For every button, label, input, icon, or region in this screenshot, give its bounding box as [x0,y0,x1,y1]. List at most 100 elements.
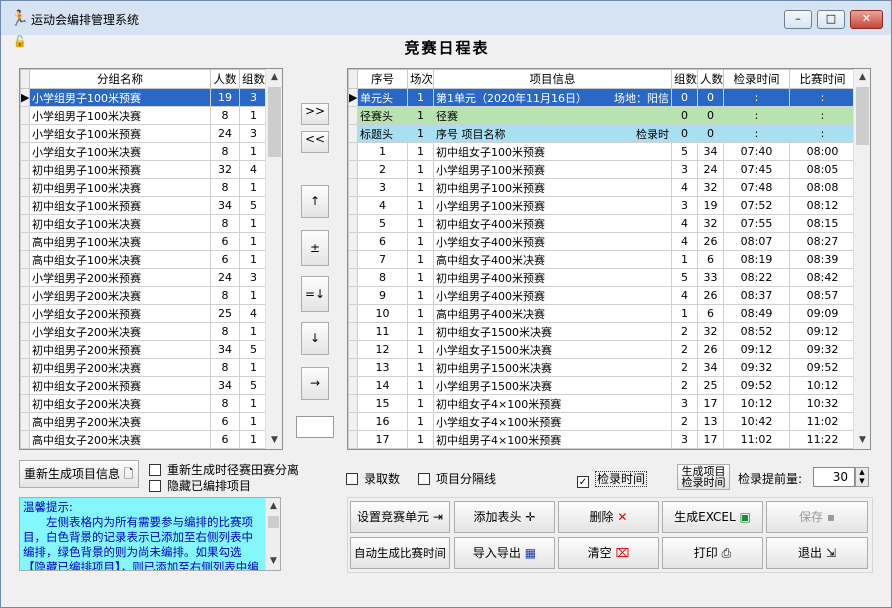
cell-group-name[interactable]: 小学组男子100米决赛 [29,106,211,125]
move-bottom-button[interactable]: =↓ [301,276,329,312]
cell-groups[interactable]: 5 [671,142,698,161]
cell-match[interactable]: : [789,88,856,107]
cell-groups[interactable]: 2 [671,358,698,377]
cell-groups[interactable]: 4 [671,286,698,305]
cell-groups[interactable]: 3 [671,430,698,449]
cell-people[interactable]: 6 [210,232,240,251]
cell-groups[interactable]: 1 [239,250,268,269]
cell-info[interactable]: 初中组女子1500米决赛 [433,322,672,341]
table-row[interactable]: 1 1 初中组女子100米预赛 5 34 07:40 08:00 [348,142,856,161]
cell-round[interactable]: 1 [407,322,434,341]
spinner-arrows-icon[interactable]: ▲ ▼ [855,467,869,487]
cell-seq[interactable]: 6 [357,232,408,251]
cell-groups[interactable]: 4 [239,160,268,179]
cell-groups[interactable]: 1 [239,232,268,251]
cell-check-time[interactable]: 07:55 [723,214,790,233]
col-header-match-time[interactable]: 比赛时间 [789,69,856,89]
cell-people[interactable]: 13 [697,412,724,431]
cell-people[interactable]: 24 [210,268,240,287]
cell-people[interactable]: 34 [210,196,240,215]
table-row[interactable]: 5 1 初中组女子400米预赛 4 32 07:55 08:15 [348,214,856,233]
col-header-people[interactable]: 人数 [210,69,240,89]
table-row[interactable]: 初中组女子200米预赛 34 5 [20,376,268,395]
cell-seq[interactable]: 9 [357,286,408,305]
move-up-button[interactable]: ↑ [301,185,329,218]
scroll-up-icon[interactable]: ▲ [266,498,280,515]
cell-round[interactable]: 1 [407,286,434,305]
advance-input[interactable]: 30 [813,467,855,487]
cell-group-name[interactable]: 初中组女子200米决赛 [29,394,211,413]
cell-match-time[interactable]: 08:08 [789,178,856,197]
table-row[interactable]: 16 1 小学组女子4×100米预赛 2 13 10:42 11:02 [348,412,856,431]
cell-info[interactable]: 第1单元（2020年11月16日） 场地：阳信 [433,88,672,107]
cell-seq[interactable]: 5 [357,214,408,233]
cell-check[interactable]: : [723,124,790,143]
auto-time-button[interactable]: 自动生成比赛时间 [350,537,450,569]
table-row[interactable]: 小学组男子200米预赛 24 3 [20,268,268,287]
cell-groups[interactable]: 0 [671,124,698,143]
cell-groups[interactable]: 2 [671,376,698,395]
cell-groups[interactable]: 0 [671,106,698,125]
cell-check[interactable]: : [723,88,790,107]
cell-round[interactable]: 1 [407,430,434,449]
cell-match-time[interactable]: 08:57 [789,286,856,305]
cell-people[interactable]: 8 [210,178,240,197]
cell-round[interactable]: 1 [407,124,434,143]
cell-groups[interactable]: 3 [239,124,268,143]
cell-match-time[interactable]: 08:27 [789,232,856,251]
import-export-button[interactable]: 导入导出 ▦ [454,537,555,569]
cell-round[interactable]: 1 [407,142,434,161]
scroll-thumb[interactable] [268,516,279,528]
cell-people[interactable]: 6 [210,412,240,431]
cell-groups[interactable]: 1 [239,178,268,197]
cell-info[interactable]: 初中组男子400米预赛 [433,268,672,287]
add-header-button[interactable]: 添加表头 ✛ [454,501,555,533]
delete-button[interactable]: 删除 ✕ [558,501,659,533]
table-row[interactable]: 高中组女子100米决赛 6 1 [20,250,268,269]
cell-people[interactable]: 6 [697,250,724,269]
cell-group-name[interactable]: 小学组女子100米预赛 [29,124,211,143]
cell-round[interactable]: 1 [407,304,434,323]
cell-group-name[interactable]: 初中组男子200米预赛 [29,340,211,359]
divider-line-checkbox[interactable]: 项目分隔线 [418,470,496,487]
cell-seq[interactable]: 7 [357,250,408,269]
cell-seq[interactable]: 标题头 [357,124,408,143]
cell-group-name[interactable]: 初中组男子100米决赛 [29,178,211,197]
table-row[interactable]: 10 1 高中组男子400米决赛 1 6 08:49 09:09 [348,304,856,323]
move-right-button[interactable]: → [301,367,329,400]
table-row[interactable]: 3 1 初中组男子100米预赛 4 32 07:48 08:08 [348,178,856,197]
cell-people[interactable]: 34 [697,142,724,161]
cell-round[interactable]: 1 [407,196,434,215]
cell-info[interactable]: 序号 项目名称 检录时 [433,124,672,143]
cell-check[interactable]: : [723,106,790,125]
cell-info[interactable]: 初中组女子4×100米预赛 [433,394,672,413]
move-all-right-button[interactable]: >> [301,103,329,125]
cell-info[interactable]: 小学组男子100米预赛 [433,160,672,179]
cell-group-name[interactable]: 初中组男子100米预赛 [29,160,211,179]
cell-groups[interactable]: 5 [239,376,268,395]
table-row[interactable]: 小学组女子100米决赛 8 1 [20,142,268,161]
cell-groups[interactable]: 2 [671,322,698,341]
cell-check-time[interactable]: 10:42 [723,412,790,431]
cell-info[interactable]: 小学组女子4×100米预赛 [433,412,672,431]
cell-round[interactable]: 1 [407,412,434,431]
cell-check-time[interactable]: 08:07 [723,232,790,251]
cell-info[interactable]: 初中组女子400米预赛 [433,214,672,233]
checkmark-icon[interactable]: ✓ [577,476,589,488]
cell-match-time[interactable]: 09:09 [789,304,856,323]
schedule-grid[interactable]: 序号 场次 项目信息 组数 人数 检录时间 比赛时间 ▶ 单元头 1 第1单元（202… [347,68,871,450]
scroll-down-icon[interactable]: ▼ [266,432,282,449]
table-row[interactable]: 11 1 初中组女子1500米决赛 2 32 08:52 09:12 [348,322,856,341]
cell-groups[interactable]: 1 [239,106,268,125]
checkbox-icon[interactable] [149,480,161,492]
table-row[interactable]: 小学组女子200米决赛 8 1 [20,322,268,341]
scroll-down-icon[interactable]: ▼ [854,432,870,449]
cell-check-time[interactable]: 08:52 [723,322,790,341]
col-header-groups[interactable]: 组数 [239,69,268,89]
table-row[interactable]: 小学组女子200米预赛 25 4 [20,304,268,323]
cell-seq[interactable]: 12 [357,340,408,359]
cell-people[interactable]: 26 [697,340,724,359]
col-header-round[interactable]: 场次 [407,69,434,89]
cell-info[interactable]: 高中组男子400米决赛 [433,304,672,323]
save-button[interactable]: 保存 ▪ [766,501,868,533]
